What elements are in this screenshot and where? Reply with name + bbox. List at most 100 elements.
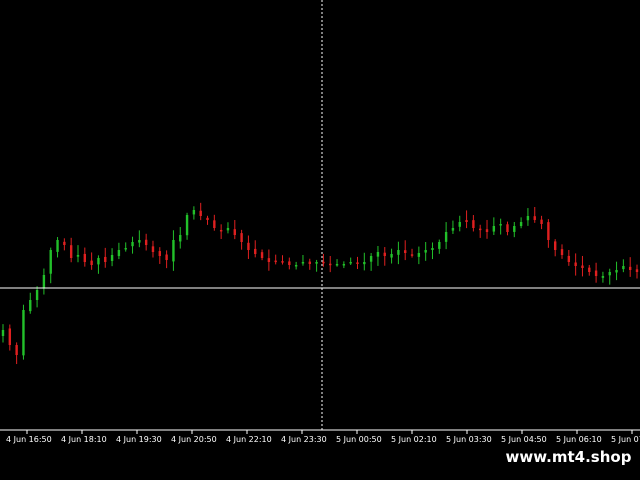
candle-body: [240, 233, 243, 242]
candle-body: [1, 330, 5, 336]
candle-body: [560, 249, 564, 255]
candle-body: [247, 242, 250, 250]
candle-body: [526, 216, 530, 221]
candle-body: [206, 217, 209, 220]
candle-body: [622, 266, 625, 270]
candle-body: [458, 222, 461, 227]
candle-body: [383, 252, 386, 256]
x-tick-label: 4 Jun 22:10: [226, 435, 272, 444]
candle-body: [628, 266, 632, 270]
candle-body: [485, 229, 489, 232]
candle-body: [547, 222, 550, 240]
x-tick-label: 5 Jun 00:50: [336, 435, 382, 444]
candle-body: [492, 226, 496, 232]
candle-body: [472, 220, 475, 228]
candle-body: [615, 270, 618, 273]
watermark-logo: www.mt4.shop: [497, 445, 640, 470]
candle-body: [588, 267, 591, 272]
candle-body: [499, 224, 502, 226]
candle-body: [69, 245, 73, 258]
candle-body: [513, 226, 516, 232]
candle-body: [131, 242, 134, 247]
candle-body: [553, 241, 557, 250]
candle-body: [260, 252, 264, 258]
candle-body: [63, 241, 66, 245]
candle-body: [8, 328, 12, 345]
candle-body: [390, 254, 393, 258]
candle-body: [226, 228, 230, 231]
x-tick-label: 4 Jun 18:10: [61, 435, 107, 444]
candle-body: [199, 210, 202, 216]
chart-area[interactable]: 4 Jun 16:50 4 Jun 18:10 4 Jun 19:30 4 Jun 2…: [0, 0, 640, 480]
candlestick-chart[interactable]: 4 Jun 16:50 4 Jun 18:10 4 Jun 19:30 4 Jun 2…: [0, 0, 640, 480]
candle-body: [574, 262, 577, 266]
candle-body: [301, 262, 305, 264]
candle-body: [179, 235, 182, 242]
candle-body: [288, 261, 291, 265]
candle-body: [506, 224, 509, 232]
candle-body: [104, 256, 107, 262]
candle-body: [465, 220, 468, 222]
candle-body: [110, 255, 114, 261]
candle-body: [294, 265, 298, 267]
candle-body: [431, 248, 434, 251]
candle-body: [349, 262, 352, 264]
candle-body: [274, 260, 277, 263]
x-tick-label: 5 Jun 02:10: [391, 435, 437, 444]
candle-body: [404, 250, 407, 253]
candle-body: [97, 258, 100, 265]
candle-body: [172, 240, 175, 262]
candle-body: [567, 255, 571, 262]
x-tick-label: 5 Jun 03:30: [446, 435, 492, 444]
candle-body: [15, 345, 18, 355]
x-axis-ticks: 4 Jun 16:50 4 Jun 18:10 4 Jun 19:30 4 Jun 2…: [6, 430, 640, 444]
x-tick-label: 5 Jun 07: [611, 435, 640, 444]
candle-body: [138, 240, 141, 243]
x-tick-label: 5 Jun 06:10: [556, 435, 602, 444]
candle-body: [329, 263, 332, 266]
candle-body: [267, 258, 271, 262]
candle-body: [254, 248, 257, 254]
candle-body: [42, 275, 46, 289]
candle-body: [124, 248, 127, 250]
candle-body: [424, 250, 427, 253]
x-tick-label: 4 Jun 23:30: [281, 435, 327, 444]
candle-body: [90, 260, 93, 265]
candle-body: [185, 215, 189, 236]
candle-body: [540, 219, 543, 224]
candle-body: [410, 254, 414, 256]
candle-body: [83, 253, 87, 262]
candle-body: [451, 228, 455, 231]
candle-body: [635, 269, 639, 272]
candle-body: [438, 242, 441, 249]
candle-body: [29, 300, 32, 312]
candle-body: [533, 216, 536, 220]
candle-body: [417, 253, 421, 257]
candle-body: [363, 262, 366, 265]
x-tick-label: 5 Jun 04:50: [501, 435, 547, 444]
candle-body: [22, 310, 25, 356]
candle-body: [376, 252, 380, 257]
candle-body: [281, 261, 284, 263]
candle-body: [49, 250, 52, 274]
candle-body: [219, 229, 223, 232]
candles-group: [1, 202, 639, 365]
candle-body: [397, 250, 400, 255]
candle-body: [35, 290, 39, 300]
candle-body: [594, 270, 598, 276]
candle-body: [144, 239, 148, 245]
candle-body: [165, 254, 168, 260]
candle-body: [581, 265, 584, 268]
x-tick-label: 4 Jun 19:30: [116, 435, 162, 444]
candle-body: [322, 261, 325, 264]
candle-body: [117, 250, 121, 257]
candle-body: [315, 262, 318, 264]
candle-body: [335, 264, 339, 266]
candle-body: [233, 229, 236, 235]
candle-body: [213, 220, 216, 228]
candle-body: [151, 246, 155, 252]
candle-body: [356, 262, 359, 264]
candle-body: [192, 210, 196, 215]
candle-body: [308, 261, 311, 264]
candle-body: [444, 232, 448, 242]
